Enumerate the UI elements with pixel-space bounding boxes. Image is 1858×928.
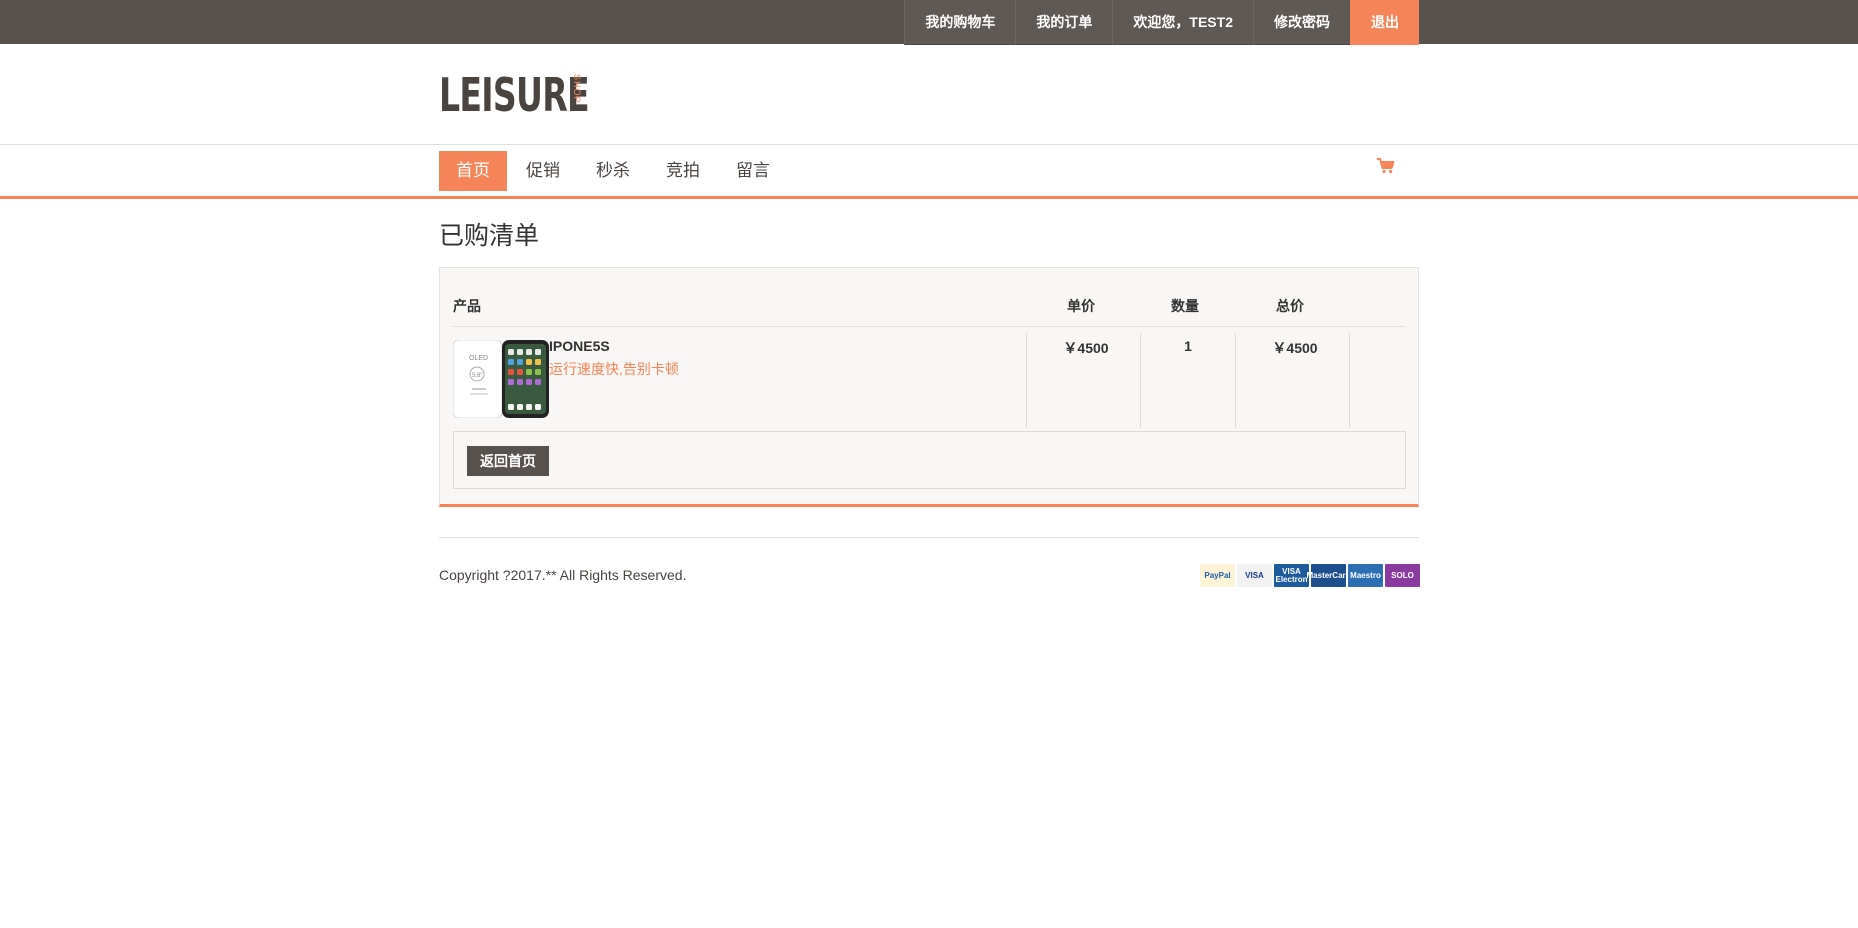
- quantity-value: 1: [1184, 338, 1192, 354]
- order-panel: 产品 单价 数量 总价 OLED 5.8" IPONE5S 运行速度快,告别卡顿…: [439, 267, 1419, 507]
- column-header-quantity: 数量: [1171, 298, 1199, 314]
- table-row: OLED 5.8" IPONE5S 运行速度快,告别卡顿 ￥4500 1 ￥45…: [453, 333, 1405, 428]
- unit-price-value: ￥4500: [1063, 340, 1109, 356]
- product-description: 运行速度快,告别卡顿: [549, 361, 679, 377]
- solo-icon: SOLO: [1385, 564, 1420, 587]
- logo-wordmark: LEISURE: [439, 68, 590, 122]
- nav-item-auction[interactable]: 竞拍: [649, 151, 717, 191]
- column-header-product: 产品: [453, 298, 481, 314]
- top-bar: 我的购物车 我的订单 欢迎您，TEST2 修改密码 退出: [0, 0, 1858, 45]
- visa-electron-icon: VISA Electron: [1274, 564, 1309, 587]
- main-nav: 首页 促销 秒杀 竞拍 留言: [0, 146, 1858, 199]
- mastercard-icon: MasterCard: [1307, 564, 1351, 587]
- payment-methods: PayPal VISA VISA Electron MasterCard Mae…: [1198, 564, 1420, 587]
- product-image[interactable]: OLED 5.8": [453, 340, 549, 418]
- my-cart-link[interactable]: 我的购物车: [904, 0, 1016, 45]
- site-logo[interactable]: LEISURE SHOP: [439, 70, 647, 120]
- footer-divider: [439, 537, 1419, 538]
- nav-item-flash-sale[interactable]: 秒杀: [579, 151, 647, 191]
- column-divider: [1140, 333, 1141, 428]
- logout-link[interactable]: 退出: [1350, 0, 1419, 45]
- copyright-text: Copyright ?2017.** All Rights Reserved.: [439, 567, 687, 583]
- main-nav-list: 首页 促销 秒杀 竞拍 留言: [439, 151, 789, 191]
- maestro-icon: Maestro: [1348, 564, 1383, 587]
- column-divider: [1026, 333, 1027, 428]
- product-image-size: 5.8": [472, 373, 482, 379]
- logo-subtitle: SHOP: [572, 74, 582, 104]
- column-header-unit-price: 单价: [1067, 298, 1095, 314]
- visa-icon: VISA: [1237, 564, 1272, 587]
- nav-item-home[interactable]: 首页: [439, 151, 507, 191]
- top-nav: 我的购物车 我的订单 欢迎您，TEST2 修改密码 退出: [904, 0, 1419, 45]
- welcome-user-link[interactable]: 欢迎您，TEST2: [1112, 0, 1253, 45]
- my-orders-link[interactable]: 我的订单: [1015, 0, 1113, 45]
- nav-item-messages[interactable]: 留言: [719, 151, 787, 191]
- column-header-total: 总价: [1276, 298, 1304, 314]
- total-price-value: ￥4500: [1272, 340, 1318, 356]
- product-name[interactable]: IPONE5S: [549, 338, 610, 354]
- column-divider: [1235, 333, 1236, 428]
- shopping-cart-icon[interactable]: [1376, 156, 1396, 176]
- product-image-brand: OLED: [469, 355, 488, 362]
- table-header: 产品 单价 数量 总价: [453, 268, 1405, 327]
- column-divider: [1349, 333, 1350, 428]
- paypal-icon: PayPal: [1200, 564, 1235, 587]
- change-password-link[interactable]: 修改密码: [1253, 0, 1350, 45]
- back-home-button[interactable]: 返回首页: [467, 446, 549, 476]
- nav-item-promotion[interactable]: 促销: [509, 151, 577, 191]
- site-header: LEISURE SHOP: [0, 44, 1858, 145]
- action-bar: 返回首页: [453, 431, 1406, 489]
- page-title: 已购清单: [439, 222, 540, 250]
